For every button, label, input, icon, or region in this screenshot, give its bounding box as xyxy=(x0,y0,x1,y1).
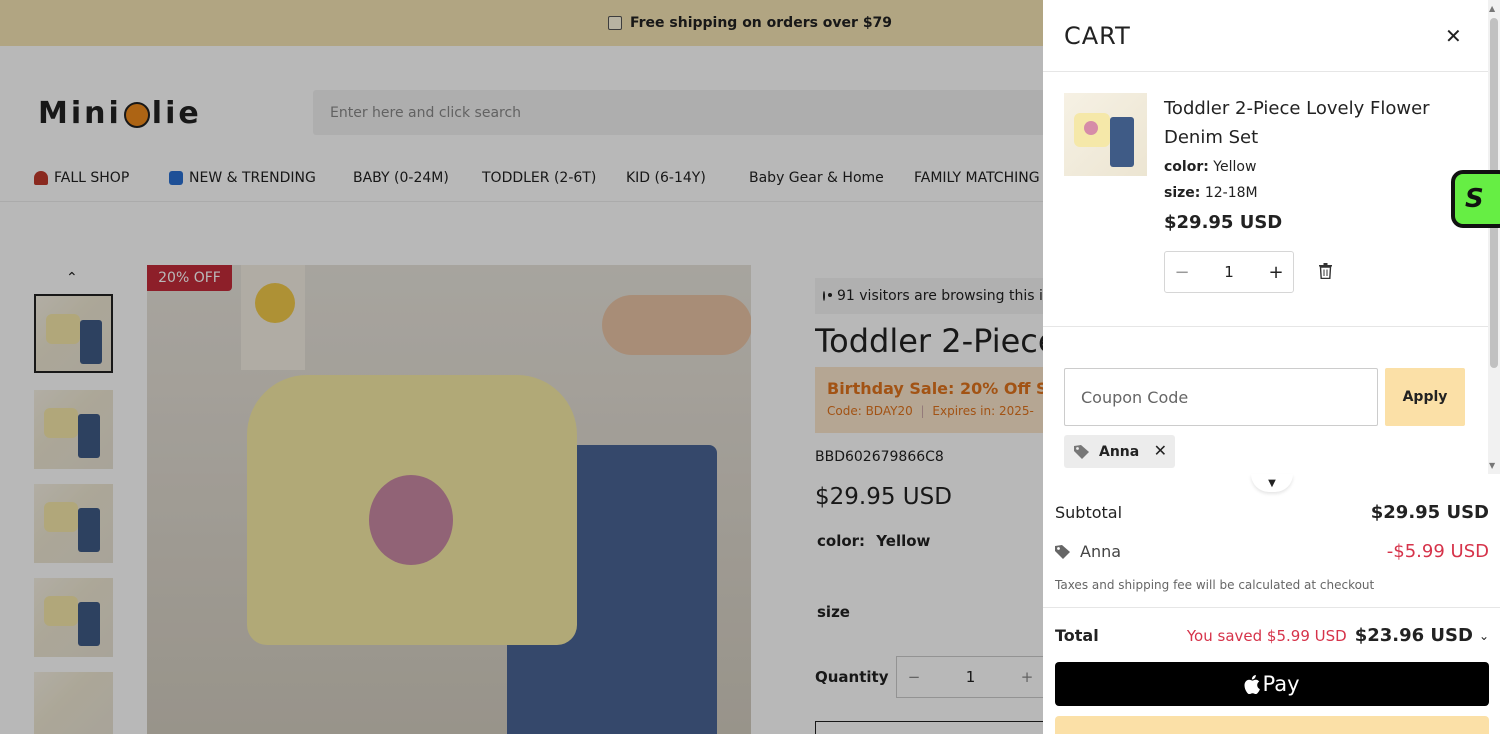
close-icon[interactable]: ✕ xyxy=(1445,24,1462,48)
total-row[interactable]: Total You saved $5.99 USD $23.96 USD ⌄ xyxy=(1055,625,1489,646)
tag-icon xyxy=(1055,544,1070,559)
apple-icon xyxy=(1244,674,1261,694)
cart-quantity-stepper[interactable]: − 1 + xyxy=(1164,251,1294,293)
cart-item-price: $29.95 USD xyxy=(1164,212,1283,233)
scroll-up-arrow-icon[interactable]: ▲ xyxy=(1489,4,1495,13)
total-summary[interactable]: You saved $5.99 USD $23.96 USD ⌄ xyxy=(1187,625,1489,646)
tag-icon xyxy=(1074,444,1089,459)
cart-item-color-value: Yellow xyxy=(1213,159,1257,175)
apple-pay-label: Pay xyxy=(1262,672,1300,696)
cart-item-size-value: 12-18M xyxy=(1204,185,1258,201)
trash-icon[interactable] xyxy=(1319,263,1332,279)
minus-icon[interactable]: − xyxy=(1165,262,1199,283)
modal-overlay[interactable] xyxy=(0,0,1043,734)
cart-header: CART ✕ xyxy=(1043,0,1488,72)
floating-widget-button[interactable]: S xyxy=(1451,170,1500,228)
discount-label: Anna xyxy=(1080,542,1122,561)
applied-coupon-chip: Anna ✕ xyxy=(1064,435,1175,468)
applied-coupon-code: Anna xyxy=(1099,443,1140,460)
discount-value: -$5.99 USD xyxy=(1386,541,1489,562)
subtotal-label: Subtotal xyxy=(1055,503,1123,522)
cart-item-color-label: color: xyxy=(1164,159,1209,175)
divider xyxy=(1043,326,1488,327)
tax-note: Taxes and shipping fee will be calculate… xyxy=(1055,578,1375,592)
cart-item-size: size: 12-18M xyxy=(1164,185,1258,201)
plus-icon[interactable]: + xyxy=(1259,262,1293,283)
cart-title: CART xyxy=(1064,22,1131,50)
divider xyxy=(1043,607,1500,608)
total-label: Total xyxy=(1055,626,1099,645)
checkout-button[interactable] xyxy=(1055,716,1489,734)
apply-coupon-button[interactable]: Apply xyxy=(1385,368,1465,426)
collapse-toggle-icon[interactable]: ▼ xyxy=(1251,474,1293,492)
saved-amount: You saved $5.99 USD xyxy=(1186,626,1347,645)
subtotal-value: $29.95 USD xyxy=(1370,502,1489,523)
chevron-down-icon[interactable]: ⌄ xyxy=(1479,629,1489,643)
cart-item-color: color: Yellow xyxy=(1164,159,1256,175)
apple-pay-button[interactable]: Pay xyxy=(1055,662,1489,706)
coupon-code-input[interactable]: Coupon Code xyxy=(1064,368,1378,426)
cart-item-size-label: size: xyxy=(1164,185,1201,201)
total-value: $23.96 USD xyxy=(1354,625,1473,646)
cart-drawer: CART ✕ ▲ ▼ Toddler 2-Piece Lovely Flower… xyxy=(1043,0,1500,734)
discount-label-wrap: Anna xyxy=(1055,542,1121,561)
cart-item-image[interactable] xyxy=(1064,93,1147,176)
scroll-down-arrow-icon[interactable]: ▼ xyxy=(1489,461,1495,470)
discount-row: Anna -$5.99 USD xyxy=(1055,541,1489,562)
cart-quantity-value[interactable]: 1 xyxy=(1199,263,1259,281)
subtotal-row: Subtotal $29.95 USD xyxy=(1055,502,1489,523)
cart-item-name[interactable]: Toddler 2-Piece Lovely Flower Denim Set xyxy=(1164,94,1464,152)
remove-coupon-icon[interactable]: ✕ xyxy=(1154,441,1167,460)
